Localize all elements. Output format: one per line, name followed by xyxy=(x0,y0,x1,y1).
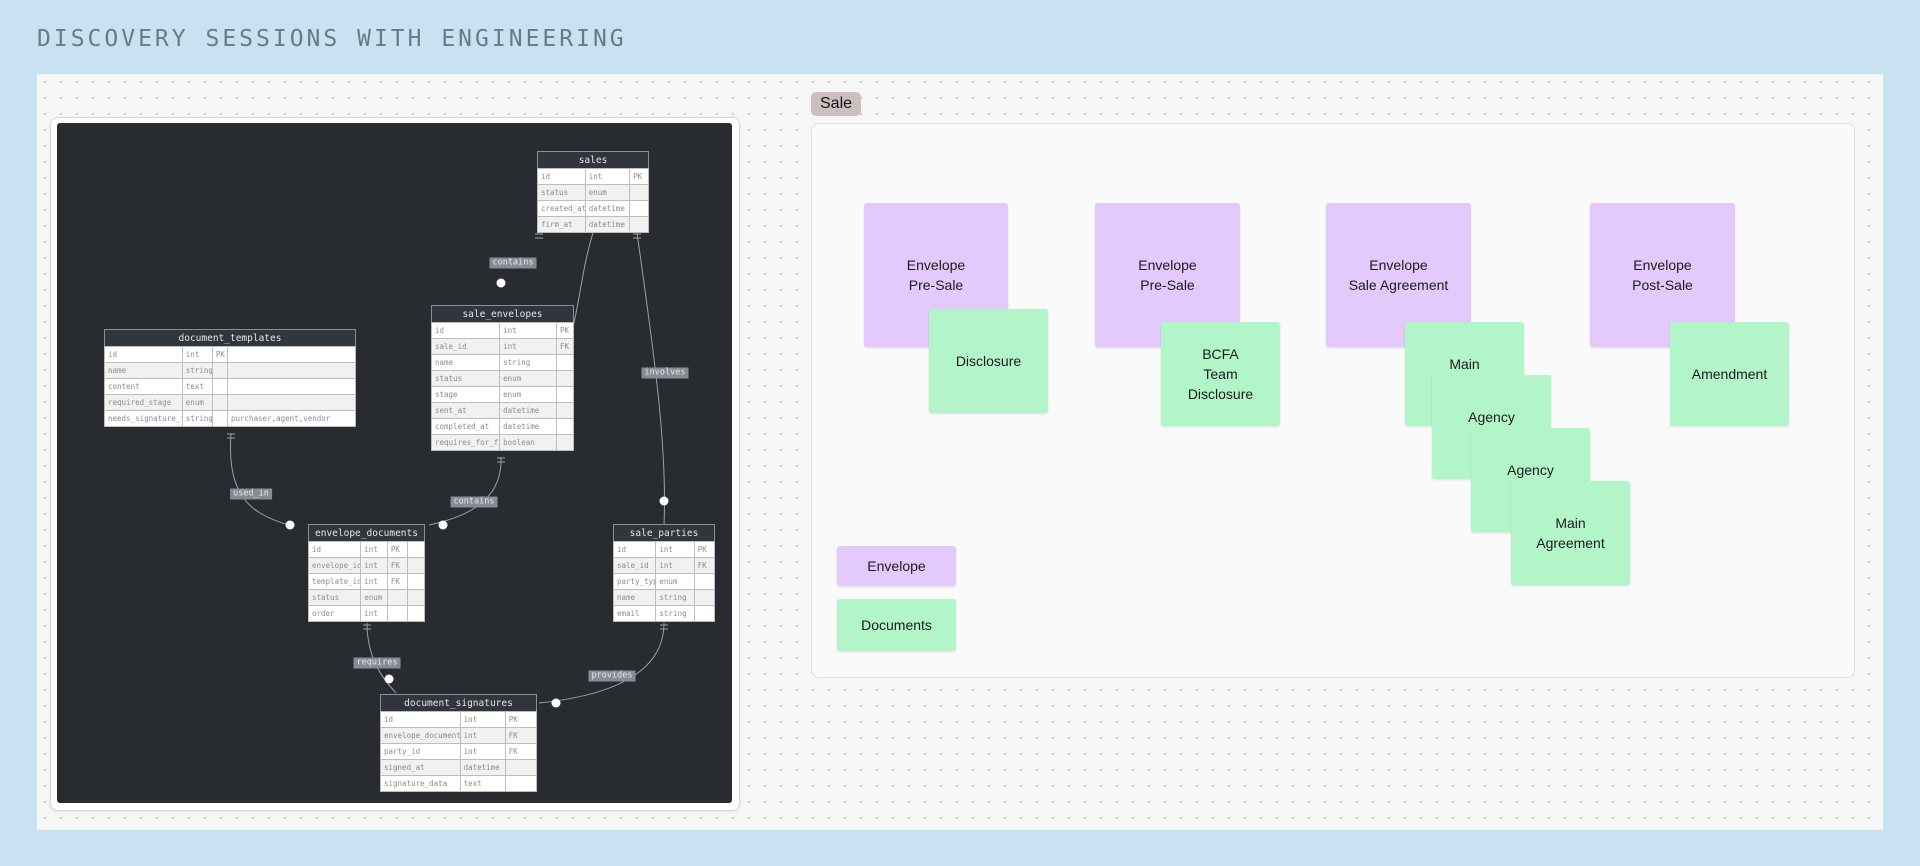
page-title: DISCOVERY SESSIONS WITH ENGINEERING xyxy=(37,26,627,52)
table-row: email string xyxy=(612,605,716,622)
table-row: id int PK xyxy=(307,541,426,558)
entity-document-templates[interactable]: document_templates id int PK name string co… xyxy=(104,329,357,427)
entity-title: envelope_documents xyxy=(308,524,425,541)
table-row: sale_id int FK xyxy=(430,338,575,355)
table-row: firm_at datetime xyxy=(537,216,649,233)
entity-sales[interactable]: sales id int PK status enum created_at datet… xyxy=(537,151,649,233)
line-templates-envelope-documents xyxy=(229,432,290,526)
table-row: created_at datetime xyxy=(537,200,649,217)
entity-sale-envelopes[interactable]: sale_envelopes id int PK sale_id int FK name… xyxy=(430,305,575,451)
line-sales-sale-parties xyxy=(636,232,666,526)
table-row: name string xyxy=(612,589,716,606)
table-row: name string xyxy=(430,354,575,371)
entity-fields: idintPK sale_idintFK party_typeenum name… xyxy=(612,541,716,622)
table-row: requires_for_firmboolean xyxy=(430,434,575,451)
entity-fields: idintPK envelope_document_idintFK party_… xyxy=(380,711,538,792)
legend-envelope[interactable]: Envelope xyxy=(837,546,956,586)
relation-label-requires: requires xyxy=(353,657,401,669)
table-row: id int PK xyxy=(380,711,538,728)
table-row: completed_at datetime xyxy=(430,418,575,435)
table-row: sent_at datetime xyxy=(430,402,575,419)
sticky-document-main-agreement[interactable]: Main Agreement xyxy=(1511,481,1630,585)
table-row: needs_signature_fromstringpurchaser,agen… xyxy=(104,410,357,427)
table-row: envelope_document_idintFK xyxy=(380,727,538,744)
entity-sale-parties[interactable]: sale_parties id int PK sale_id int FK party_… xyxy=(612,524,716,622)
table-row: required_stage enum xyxy=(104,394,357,411)
legend-documents[interactable]: Documents xyxy=(837,599,956,651)
table-row: sale_id int FK xyxy=(612,557,716,574)
table-row: content text xyxy=(104,378,357,395)
table-row: name string xyxy=(104,362,357,379)
entity-envelope-documents[interactable]: envelope_documents id int PK envelope_id in… xyxy=(307,524,426,622)
table-row: id int PK xyxy=(430,322,575,339)
table-row: envelope_id int FK xyxy=(307,557,426,574)
erd-diagram[interactable]: sales id int PK status enum created_at datet… xyxy=(57,123,732,803)
sticky-document-disclosure[interactable]: Disclosure xyxy=(929,309,1048,413)
entity-fields: id int PK name string content text required_… xyxy=(104,346,357,427)
entity-title: document_signatures xyxy=(380,694,537,711)
line-sale-parties-signatures xyxy=(538,622,665,704)
table-row: signed_at datetime xyxy=(380,759,538,776)
table-row: template_id int FK xyxy=(307,573,426,590)
sticky-document-bcfa-team-disclosure[interactable]: BCFA Team Disclosure xyxy=(1161,322,1280,426)
entity-document-signatures[interactable]: document_signatures id int PK envelope_doc… xyxy=(380,694,538,792)
line-sale-envelopes-envelope-documents xyxy=(428,456,502,526)
table-row: status enum xyxy=(307,589,426,606)
table-row: id int PK xyxy=(537,168,649,185)
table-row: signature_data text xyxy=(380,775,538,792)
relation-label-contains: contains xyxy=(489,257,537,269)
relation-label-provides: provides xyxy=(588,670,636,682)
table-row: party_typeenum xyxy=(612,573,716,590)
entity-fields: id int PK sale_id int FK name string status en… xyxy=(430,322,575,451)
entity-title: sales xyxy=(537,151,649,168)
relation-label-contains: contains xyxy=(450,496,498,508)
table-row: party_id int FK xyxy=(380,743,538,760)
entity-title: document_templates xyxy=(104,329,356,346)
relation-label-involves: involves xyxy=(641,367,689,379)
table-row: id int PK xyxy=(612,541,716,558)
entity-fields: id int PK status enum created_at datetime fi… xyxy=(537,168,649,233)
sticky-document-amendment[interactable]: Amendment xyxy=(1670,322,1789,426)
entity-fields: id int PK envelope_id int FK template_id int F… xyxy=(307,541,426,622)
table-row: status enum xyxy=(537,184,649,201)
table-row: order int xyxy=(307,605,426,622)
sale-frame-tag[interactable]: Sale xyxy=(811,92,862,116)
table-row: stage enum xyxy=(430,386,575,403)
table-row: status enum xyxy=(430,370,575,387)
relation-label-used-in: used_in xyxy=(230,488,272,500)
table-row: id int PK xyxy=(104,346,357,363)
entity-title: sale_envelopes xyxy=(431,305,574,322)
entity-title: sale_parties xyxy=(613,524,715,541)
